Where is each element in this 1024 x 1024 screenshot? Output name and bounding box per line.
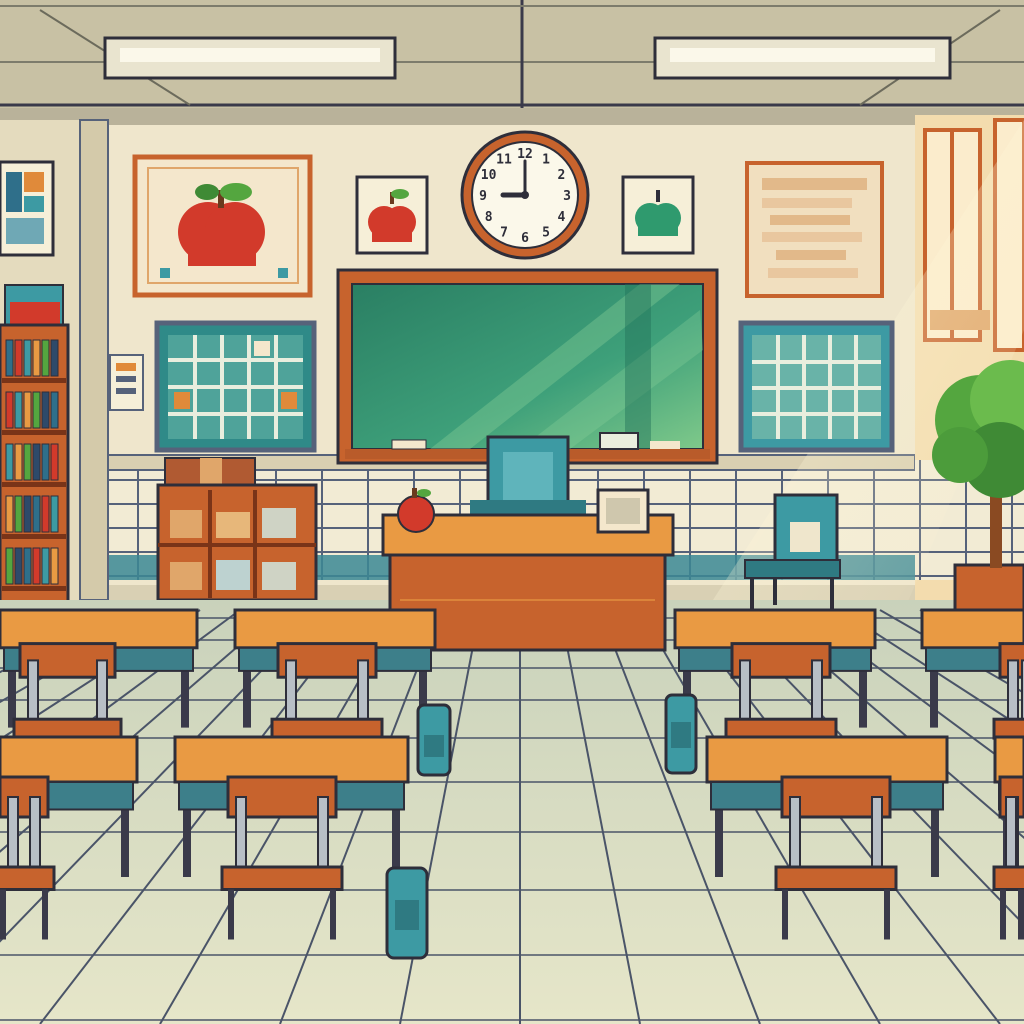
clock-numeral: 7 xyxy=(500,225,508,240)
book xyxy=(32,443,41,481)
book xyxy=(14,391,23,429)
book xyxy=(23,443,32,481)
book xyxy=(5,339,14,377)
book xyxy=(23,391,32,429)
book xyxy=(5,495,14,533)
book xyxy=(32,495,41,533)
clock-numeral: 11 xyxy=(496,153,512,168)
clock-numeral: 2 xyxy=(557,168,565,183)
poster-left-edge xyxy=(0,160,55,257)
book xyxy=(41,547,50,585)
book xyxy=(32,339,41,377)
bookshelf-icon xyxy=(0,284,70,607)
book xyxy=(23,339,32,377)
book xyxy=(50,495,59,533)
book xyxy=(32,391,41,429)
book xyxy=(23,547,32,585)
book xyxy=(41,339,50,377)
book xyxy=(5,547,14,585)
book xyxy=(50,547,59,585)
book xyxy=(32,547,41,585)
book xyxy=(14,339,23,377)
green-apple-icon xyxy=(621,175,695,255)
backpack-icon xyxy=(385,866,429,960)
ceiling-light-right xyxy=(653,36,952,80)
book xyxy=(50,443,59,481)
calendar-board-left xyxy=(154,320,317,453)
book xyxy=(14,495,23,533)
book xyxy=(41,443,50,481)
book xyxy=(23,495,32,533)
clock-numeral: 6 xyxy=(521,231,529,246)
backpack-icon xyxy=(664,693,698,775)
clock-numeral: 3 xyxy=(563,189,571,204)
book xyxy=(5,391,14,429)
book xyxy=(50,339,59,377)
poster-right xyxy=(745,161,884,298)
notice-card xyxy=(109,354,144,411)
chalkboard-icon xyxy=(336,268,719,465)
classroom-scene: 12 1234567891011 xyxy=(0,0,1024,1024)
clock-numeral: 1 xyxy=(542,153,550,168)
ceiling-light-left xyxy=(103,36,397,80)
book xyxy=(14,443,23,481)
book xyxy=(50,391,59,429)
clock-numeral: 10 xyxy=(481,168,497,183)
apple-poster-icon xyxy=(132,154,313,298)
book xyxy=(41,391,50,429)
book xyxy=(14,547,23,585)
calendar-board-right xyxy=(738,320,895,453)
clock-icon: 12 1234567891011 xyxy=(460,130,590,260)
clock-numeral: 9 xyxy=(479,189,487,204)
teacher-chair xyxy=(470,435,586,519)
book xyxy=(5,443,14,481)
clock-numeral: 5 xyxy=(542,225,550,240)
apple-icon xyxy=(355,175,429,255)
clock-numeral: 4 xyxy=(557,210,565,225)
book xyxy=(41,495,50,533)
clock-numeral: 8 xyxy=(485,210,493,225)
backpack-icon xyxy=(416,703,452,777)
